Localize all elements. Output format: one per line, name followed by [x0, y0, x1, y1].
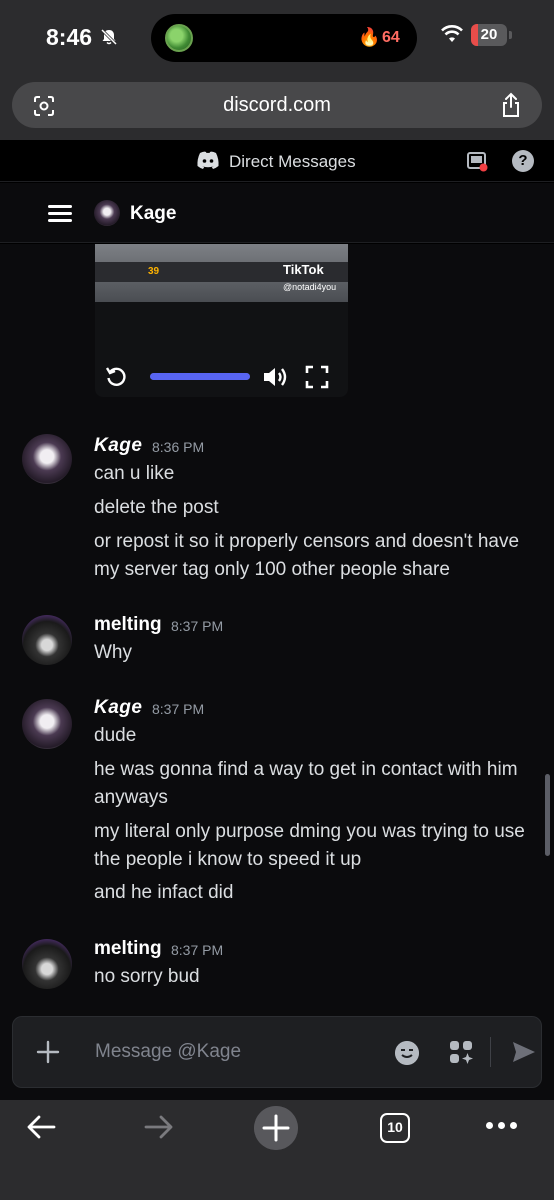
status-bar: 8:46 🔥 64 20 — [0, 0, 554, 74]
message-text: can u like — [94, 463, 175, 484]
video-embed[interactable]: 39 TikTok @notadi4you — [95, 244, 348, 397]
tabs-button[interactable]: 10 — [380, 1113, 410, 1143]
scrollbar[interactable] — [545, 774, 550, 856]
dm-header: Direct Messages ? — [0, 140, 554, 182]
browser-bottom-bar: 10 — [0, 1100, 554, 1200]
avatar[interactable] — [22, 615, 72, 665]
more-icon[interactable] — [486, 1122, 518, 1132]
battery-percent: 20 — [480, 26, 498, 43]
message-timestamp: 8:37 PM — [171, 618, 224, 634]
video-progress-fill — [150, 373, 250, 380]
wifi-icon — [441, 25, 463, 42]
dynamic-island[interactable]: 🔥 64 — [151, 14, 417, 62]
battery: 20 — [471, 24, 507, 46]
message-text: dude — [94, 725, 137, 746]
share-icon[interactable] — [499, 92, 523, 118]
message-author[interactable]: melting — [94, 614, 162, 636]
message-author[interactable]: Kage — [94, 697, 142, 719]
fire-icon: 🔥 — [358, 27, 381, 47]
message-text: and he infact did — [94, 882, 234, 903]
plus-icon[interactable] — [35, 1039, 61, 1065]
inbox-icon[interactable] — [466, 150, 488, 172]
avatar[interactable] — [22, 939, 72, 989]
message-input[interactable] — [95, 1041, 385, 1063]
address-bar[interactable]: discord.com — [12, 82, 542, 128]
message-text: he was gonna find a way to get in contac… — [94, 759, 518, 808]
tiktok-watermark: TikTok — [283, 262, 324, 277]
message-text: or repost it so it properly censors and … — [94, 531, 520, 580]
avatar[interactable] — [22, 434, 72, 484]
emoji-icon[interactable] — [395, 1041, 419, 1065]
message-timestamp: 8:37 PM — [152, 701, 205, 717]
island-app-icon — [165, 24, 193, 52]
new-tab-icon[interactable] — [254, 1106, 298, 1150]
message-list[interactable]: 39 TikTok @notadi4you Kage 8:36 PM can u… — [0, 244, 554, 1016]
channel-name[interactable]: Kage — [130, 203, 176, 225]
forward-arrow-icon[interactable] — [144, 1114, 174, 1140]
discord-logo-icon — [197, 151, 219, 169]
message-text: no sorry bud — [94, 966, 200, 987]
message-text: Why — [94, 642, 132, 663]
message-timestamp: 8:37 PM — [171, 942, 224, 958]
help-icon[interactable]: ? — [512, 150, 534, 172]
back-arrow-icon[interactable] — [26, 1114, 56, 1140]
composer-area — [0, 1016, 554, 1100]
message-author[interactable]: Kage — [94, 435, 142, 457]
clock: 8:46 — [46, 24, 93, 50]
fullscreen-icon[interactable] — [305, 365, 329, 389]
channel-avatar[interactable] — [94, 200, 120, 226]
avatar[interactable] — [22, 699, 72, 749]
apps-icon[interactable] — [448, 1039, 474, 1065]
channel-header: Kage — [0, 183, 554, 243]
dm-header-title: Direct Messages — [229, 152, 356, 171]
video-progress[interactable] — [150, 373, 250, 380]
send-icon[interactable] — [511, 1039, 537, 1065]
battery-tip — [509, 31, 512, 39]
video-scoreboard-number: 39 — [148, 266, 160, 277]
message-composer — [12, 1016, 542, 1088]
message-text: my literal only purpose dming you was tr… — [94, 821, 525, 870]
browser-toolbar: discord.com — [0, 74, 554, 140]
message-author[interactable]: melting — [94, 938, 162, 960]
volume-icon[interactable] — [262, 365, 290, 389]
streak-count: 64 — [382, 29, 400, 46]
tiktok-handle: @notadi4you — [283, 282, 337, 292]
replay-icon[interactable] — [105, 365, 127, 387]
message-text: delete the post — [94, 497, 219, 518]
hamburger-icon[interactable] — [48, 205, 72, 223]
composer-divider — [490, 1037, 491, 1067]
bell-off-icon — [100, 28, 118, 46]
url-text[interactable]: discord.com — [12, 94, 542, 117]
message-timestamp: 8:36 PM — [152, 439, 205, 455]
